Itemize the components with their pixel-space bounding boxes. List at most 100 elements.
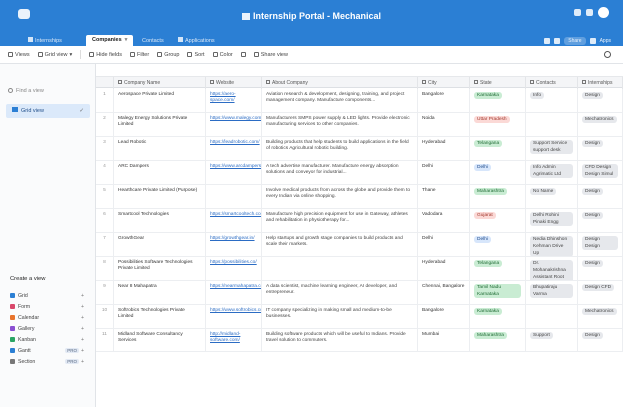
internships-cell-container[interactable]: Design [578, 209, 623, 232]
create-gallery-view[interactable]: Gallery + [10, 323, 90, 334]
row-number-container[interactable]: 6 [96, 209, 114, 232]
row-number-container[interactable]: 4 [96, 161, 114, 184]
table-row[interactable]: 6 Smartcool Technologies https://smartcool… [96, 209, 623, 233]
city-cell-container[interactable]: Chennai, Bangalore [418, 281, 470, 304]
city-cell-container[interactable]: Vadodara [418, 209, 470, 232]
help-icon[interactable] [574, 9, 581, 16]
website-link-container[interactable]: https://www.malegy.com/ [206, 113, 262, 136]
state-cell-container[interactable]: Karnataka [470, 89, 526, 112]
internships-cell-container[interactable]: Design [578, 185, 623, 208]
share-button[interactable]: Share [564, 37, 586, 45]
state-cell-container[interactable]: Karnataka [470, 305, 526, 328]
website-link-container[interactable]: https://nearmahapatra.com/ [206, 281, 262, 304]
table-row[interactable]: 10 Softrobics Technologies Private Limite… [96, 305, 623, 329]
internships-cell-container[interactable]: Mechatronics [578, 113, 623, 136]
company-name-cell-container[interactable]: Aerospace Private Limited [114, 89, 206, 112]
city-cell-container[interactable]: Bangalore [418, 305, 470, 328]
about-company-cell-container[interactable] [262, 257, 418, 280]
tab-internships[interactable]: Internships [22, 36, 68, 46]
state-cell-container[interactable]: Maharashtra [470, 185, 526, 208]
contacts-cell-container[interactable]: Support [526, 329, 578, 351]
group-button[interactable]: Group [157, 52, 179, 58]
internships-cell-container[interactable]: Design [578, 329, 623, 351]
company-name-cell-container[interactable]: Malegy Energy Solutions Private Limited [114, 113, 206, 136]
company-name-cell-container[interactable]: Hearthcare Private Limited (Purpose) [114, 185, 206, 208]
city-cell-container[interactable]: Hyderabad [418, 137, 470, 160]
state-cell-container[interactable]: Uttar Pradesh [470, 113, 526, 136]
table-row[interactable]: 1 Aerospace Private Limited https://aero-s… [96, 89, 623, 113]
user-avatar[interactable] [598, 7, 609, 18]
website-link-container[interactable]: https://possibilities.co/ [206, 257, 262, 280]
contacts-cell-container[interactable]: No Name [526, 185, 578, 208]
contacts-cell-container[interactable]: Delhi Rohini Pinaki Engg [526, 209, 578, 232]
table-row[interactable]: 2 Malegy Energy Solutions Private Limited… [96, 113, 623, 137]
row-number-container[interactable]: 5 [96, 185, 114, 208]
color-button[interactable]: Color [212, 52, 233, 58]
state-cell-container[interactable]: Delhi [470, 161, 526, 184]
sort-button[interactable]: Sort [187, 52, 205, 58]
sidebar-item-grid-view[interactable]: Grid view ✓ [6, 104, 90, 118]
internships-cell-container[interactable]: Design CFD [578, 281, 623, 304]
contacts-cell-container[interactable]: Support Service support desk [526, 137, 578, 160]
create-kanban-view[interactable]: Kanban + [10, 334, 90, 345]
find-view-input[interactable]: Find a view [8, 88, 44, 94]
row-number-container[interactable]: 2 [96, 113, 114, 136]
about-company-cell-container[interactable]: Involve medical products from across the… [262, 185, 418, 208]
column-header-state[interactable]: State [470, 77, 526, 89]
website-link-container[interactable]: https://www.arcdampers.com/ [206, 161, 262, 184]
about-company-cell-container[interactable]: Building software products which will be… [262, 329, 418, 351]
city-cell-container[interactable]: Bangalore [418, 89, 470, 112]
state-cell-container[interactable]: Delhi [470, 233, 526, 256]
city-cell-container[interactable]: Mumbai [418, 329, 470, 351]
row-number-container[interactable]: 1 [96, 89, 114, 112]
row-number-container[interactable]: 9 [96, 281, 114, 304]
about-company-cell-container[interactable]: Manufacture high precision equipment for… [262, 209, 418, 232]
website-link[interactable]: https://smartcooltech.com/ [210, 212, 261, 217]
tab-companies[interactable]: Companies ▾ [86, 35, 134, 46]
base-title[interactable]: Internship Portal - Mechanical [0, 11, 623, 21]
column-header-about[interactable]: About Company [262, 77, 418, 89]
website-link[interactable]: https://growthgear.in/ [210, 236, 255, 241]
table-row[interactable]: 8 Possibilities Software Technologies Pri… [96, 257, 623, 281]
column-header-city[interactable]: City [418, 77, 470, 89]
apps-icon[interactable] [589, 38, 596, 44]
table-row[interactable]: 5 Hearthcare Private Limited (Purpose) Inv… [96, 185, 623, 209]
company-name-cell-container[interactable]: Possibilities Software Technologies Priv… [114, 257, 206, 280]
table-row[interactable]: 11 Midland Software Consultancy Services h… [96, 329, 623, 352]
website-link-container[interactable]: https://growthgear.in/ [206, 233, 262, 256]
website-link[interactable]: https://www.softrobics.com/ [210, 308, 261, 313]
company-name-cell-container[interactable]: GrowthGear [114, 233, 206, 256]
create-grid-view[interactable]: Grid + [10, 290, 90, 301]
website-link-container[interactable]: https://leadrobotic.com/ [206, 137, 262, 160]
create-calendar-view[interactable]: Calendar + [10, 312, 90, 323]
share-view-button[interactable]: Share view [253, 52, 288, 58]
apps-label[interactable]: Apps [600, 38, 611, 44]
table-row[interactable]: 4 ARC Dampers https://www.arcdampers.com/A… [96, 161, 623, 185]
tab-applications[interactable]: Applications [172, 36, 221, 46]
row-number-container[interactable]: 8 [96, 257, 114, 280]
company-name-cell-container[interactable]: Softrobics Technologies Private Limited [114, 305, 206, 328]
company-name-cell-container[interactable]: ARC Dampers [114, 161, 206, 184]
state-cell-container[interactable]: Telangana [470, 137, 526, 160]
contacts-cell-container[interactable] [526, 305, 578, 328]
city-cell-container[interactable]: Thane [418, 185, 470, 208]
company-name-cell-container[interactable]: Smartcool Technologies [114, 209, 206, 232]
row-height-button[interactable] [240, 52, 246, 57]
state-cell-container[interactable]: Gujarat [470, 209, 526, 232]
grid-view-switcher[interactable]: Grid view ▾ [37, 52, 72, 58]
notifications-icon[interactable] [586, 9, 593, 16]
website-link[interactable]: https://www.arcdampers.com/ [210, 164, 261, 169]
about-company-cell-container[interactable]: Help startups and growth stage companies… [262, 233, 418, 256]
history-icon[interactable] [544, 38, 551, 44]
website-link[interactable]: https://nearmahapatra.com/ [210, 284, 261, 289]
select-all-checkbox[interactable] [96, 77, 114, 89]
column-header-contacts[interactable]: Contacts [526, 77, 578, 89]
state-cell-container[interactable]: Tamil Nadu Karnataka [470, 281, 526, 304]
city-cell-container[interactable]: Noida [418, 113, 470, 136]
website-link[interactable]: https://possibilities.co/ [210, 260, 257, 265]
contacts-cell-container[interactable]: Bhupatiraju Varma [526, 281, 578, 304]
row-number-container[interactable]: 10 [96, 305, 114, 328]
internships-cell-container[interactable]: CFD Design Design Simul [578, 161, 623, 184]
website-link[interactable]: https://leadrobotic.com/ [210, 140, 260, 145]
column-header-company-name[interactable]: Company Name [114, 77, 206, 89]
